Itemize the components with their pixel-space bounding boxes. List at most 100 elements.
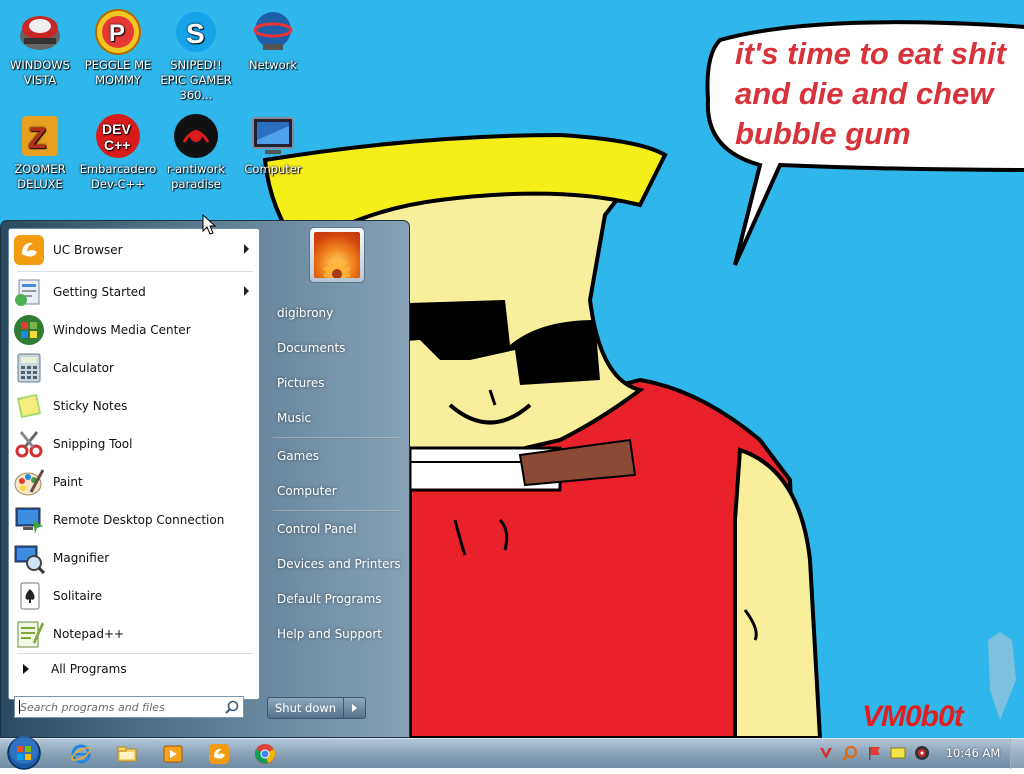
start-item-control-panel[interactable]: Control Panel xyxy=(267,515,403,543)
peggle-icon: P xyxy=(94,8,142,56)
program-snipping-tool[interactable]: Snipping Tool xyxy=(13,427,257,461)
desktop-icon-devcpp[interactable]: DEV C++ Embarcadero Dev-C++ xyxy=(78,112,158,192)
svg-text:Z: Z xyxy=(28,122,46,155)
speech-line-3: bubble gum xyxy=(735,116,911,151)
right-separator xyxy=(273,510,399,512)
desktop-icon-label: SNIPED!! EPIC GAMER 360... xyxy=(160,58,232,102)
search-tray-icon[interactable] xyxy=(842,745,858,761)
program-label: Calculator xyxy=(53,361,114,375)
taskbar-uc-browser[interactable] xyxy=(198,740,240,767)
sticky-notes-icon xyxy=(13,390,45,422)
program-notepadpp[interactable]: Notepad++ xyxy=(13,617,257,651)
mouse-cursor-icon xyxy=(202,214,216,235)
taskbar-windows-explorer[interactable] xyxy=(106,740,148,767)
user-picture[interactable] xyxy=(309,227,365,283)
magnifier-icon xyxy=(13,542,46,575)
start-item-games[interactable]: Games xyxy=(267,442,403,470)
speech-line-1: it's time to eat shit xyxy=(735,36,1006,71)
desktop-icon-label: r-antiwork paradise xyxy=(166,162,225,191)
show-desktop-button[interactable] xyxy=(1010,739,1024,769)
uc-browser-icon xyxy=(13,234,45,266)
program-calculator[interactable]: Calculator xyxy=(13,351,257,385)
expand-arrow-icon xyxy=(23,664,29,674)
desktop-icon-label: Network xyxy=(248,58,298,72)
internet-explorer-icon xyxy=(71,744,91,763)
message-icon[interactable] xyxy=(890,745,906,761)
all-programs-label: All Programs xyxy=(51,662,127,676)
search-icon[interactable] xyxy=(225,700,239,714)
svg-text:C++: C++ xyxy=(104,137,130,153)
program-getting-started[interactable]: Getting Started xyxy=(13,275,257,309)
start-menu: UC Browser Getting Started Windows Media… xyxy=(0,220,410,738)
taskbar-internet-explorer[interactable] xyxy=(60,740,102,767)
program-label: Remote Desktop Connection xyxy=(53,513,225,527)
program-label: Snipping Tool xyxy=(53,437,133,451)
desktop-icon-label: ZOOMER DELUXE xyxy=(14,162,66,191)
speech-bubble-text: it's time to eat shit and die and chew b… xyxy=(735,34,1024,154)
desktop-icon-computer[interactable]: Computer xyxy=(233,112,313,177)
program-magnifier[interactable]: Magnifier xyxy=(13,541,257,575)
program-label: Notepad++ xyxy=(53,627,125,641)
program-label: Paint xyxy=(53,475,83,489)
taskbar-chrome[interactable] xyxy=(244,740,286,767)
start-item-computer[interactable]: Computer xyxy=(267,477,403,505)
program-label: Getting Started xyxy=(53,285,146,299)
skype-icon: S xyxy=(172,8,220,56)
desktop-icon-label: Computer xyxy=(244,162,302,176)
start-item-devices-printers[interactable]: Devices and Printers xyxy=(267,550,403,578)
shutdown-group: Shut down xyxy=(267,697,367,719)
svg-text:P: P xyxy=(109,20,125,47)
flag-icon[interactable] xyxy=(866,745,882,761)
desktop-icon-windows-vista[interactable]: WINDOWS VISTA xyxy=(0,8,80,88)
program-remote-desktop[interactable]: Remote Desktop Connection xyxy=(13,503,257,537)
programs-separator xyxy=(17,271,253,272)
antiwork-icon xyxy=(172,112,220,160)
media-center-icon xyxy=(13,314,45,346)
desktop-icon-antiwork[interactable]: r-antiwork paradise xyxy=(156,112,236,192)
program-label: Windows Media Center xyxy=(53,323,191,337)
taskbar: 10:46 AM xyxy=(0,735,1024,771)
start-button[interactable] xyxy=(4,735,44,771)
windows-vista-icon xyxy=(16,8,64,56)
start-item-user[interactable]: digibrony xyxy=(267,299,403,327)
windows-explorer-icon xyxy=(117,746,137,761)
desktop-icon-peggle[interactable]: P PEGGLE ME MOMMY xyxy=(78,8,158,88)
desktop-icon-network[interactable]: Network xyxy=(233,8,313,73)
getting-started-icon xyxy=(13,276,45,308)
chrome-icon xyxy=(254,743,276,764)
shutdown-options-button[interactable] xyxy=(344,697,367,719)
paint-icon xyxy=(13,466,45,498)
svg-text:DEV: DEV xyxy=(102,121,131,137)
program-label: Solitaire xyxy=(53,589,103,603)
search-box[interactable] xyxy=(14,696,244,718)
start-item-default-programs[interactable]: Default Programs xyxy=(267,585,403,613)
start-item-music[interactable]: Music xyxy=(267,404,403,432)
start-item-pictures[interactable]: Pictures xyxy=(267,369,403,397)
flower-avatar xyxy=(314,232,360,278)
vivaldi-icon[interactable] xyxy=(818,745,834,761)
program-paint[interactable]: Paint xyxy=(13,465,257,499)
snipping-tool-icon xyxy=(13,428,45,460)
right-separator xyxy=(273,437,399,439)
program-sticky-notes[interactable]: Sticky Notes xyxy=(13,389,257,423)
program-solitaire[interactable]: Solitaire xyxy=(13,579,257,613)
shutdown-button[interactable]: Shut down xyxy=(267,697,345,719)
desktop-icon-zoomer[interactable]: Z ZOOMER DELUXE xyxy=(0,112,80,192)
desktop-icon-sniped[interactable]: S SNIPED!! EPIC GAMER 360... xyxy=(156,8,236,103)
svg-text:S: S xyxy=(186,18,205,49)
media-player-icon xyxy=(163,745,183,762)
start-item-help-support[interactable]: Help and Support xyxy=(267,620,403,648)
program-label: Sticky Notes xyxy=(53,399,128,413)
computer-icon xyxy=(249,112,297,160)
volume-icon[interactable] xyxy=(914,745,930,761)
taskbar-media-player[interactable] xyxy=(152,740,194,767)
start-item-documents[interactable]: Documents xyxy=(267,334,403,362)
search-input[interactable] xyxy=(20,699,210,715)
program-windows-media-center[interactable]: Windows Media Center xyxy=(13,313,257,347)
all-programs-button[interactable]: All Programs xyxy=(13,657,257,681)
devcpp-icon: DEV C++ xyxy=(94,112,142,160)
taskbar-clock[interactable]: 10:46 AM xyxy=(942,739,1004,769)
program-uc-browser[interactable]: UC Browser xyxy=(13,233,257,267)
network-icon xyxy=(249,8,297,56)
program-label: UC Browser xyxy=(53,243,123,257)
